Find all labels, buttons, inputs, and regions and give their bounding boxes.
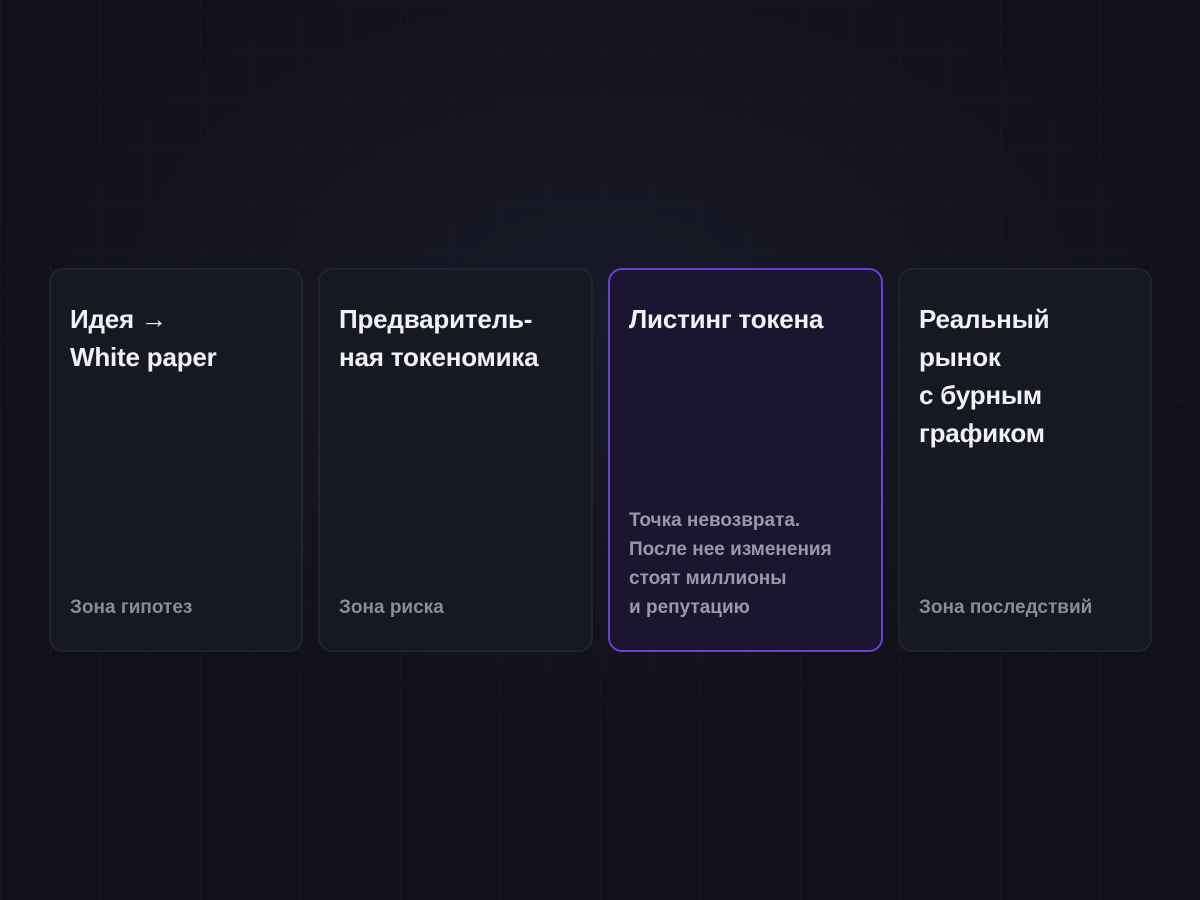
stage-card-note: Зона гипотез [70,597,193,618]
stage-card-idea: Идея → White paper Зона гипотез [49,268,303,652]
stage-card-note: Зона риска [339,597,444,618]
stage-card-title: Листинг токена [629,304,824,334]
stage-card-listing-highlighted: Листинг токена Точка невозврата. После н… [608,268,883,652]
stages-diagram: Идея → White paper Зона гипотез Предвари… [0,0,1200,900]
stage-card-title: Реальный рынок с бурным графиком [919,304,1050,448]
stage-card-note: Зона последствий [919,597,1093,618]
stage-card-title: Предваритель- ная токеномика [339,304,539,372]
stage-card-title: Идея → White paper [70,304,217,372]
stage-card-tokenomics: Предваритель- ная токеномика Зона риска [318,268,593,652]
stage-card-note: Точка невозврата. После нее изменения ст… [629,510,832,618]
stage-card-market: Реальный рынок с бурным графиком Зона по… [898,268,1152,652]
